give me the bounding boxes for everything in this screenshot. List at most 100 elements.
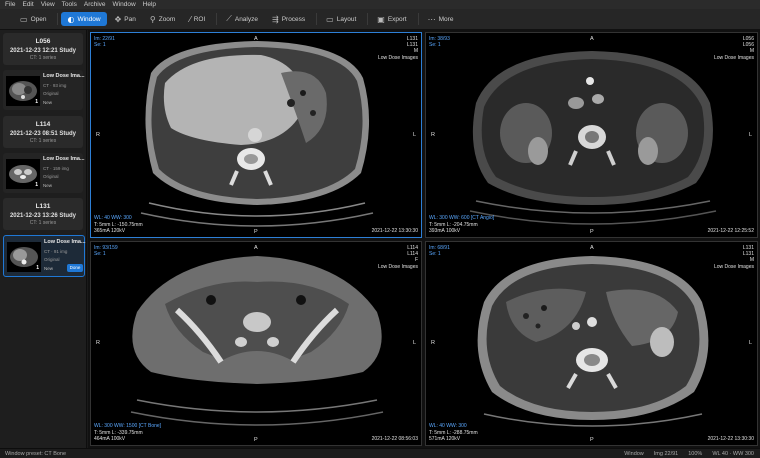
study-series-count: CT: 1 series: [29, 138, 57, 144]
menu-edit[interactable]: Edit: [19, 1, 37, 8]
series-item[interactable]: 1 Low Dose Ima... CT · 93 img Original N…: [3, 70, 85, 110]
toolbar-divider: [216, 13, 218, 25]
toolbar-divider: [417, 13, 419, 25]
folder-icon: ▭: [20, 14, 28, 24]
toolbar-divider: [316, 13, 318, 25]
study-date: 2021-12-23 08:51 Study: [9, 131, 77, 137]
menu-archive[interactable]: Archive: [80, 1, 109, 8]
series-item[interactable]: 1 Low Dose Ima... CT · 159 img Original …: [3, 153, 85, 193]
study-card[interactable]: L056 2021-12-23 12:21 Study CT: 1 series: [3, 33, 83, 65]
series-thumbnail: 1: [7, 242, 41, 272]
done-button[interactable]: Done: [67, 264, 83, 272]
series-number: 1: [36, 265, 39, 271]
orientation-right: L: [748, 340, 752, 346]
menu-bar: File Edit View Tools Archive Window Help: [0, 0, 760, 9]
menu-help[interactable]: Help: [139, 1, 159, 8]
series-description: Low Dose Images: [713, 54, 754, 61]
move-icon: ✥: [114, 14, 122, 24]
process-button[interactable]: ⇶ Process: [266, 12, 311, 26]
toolbar-divider: [57, 13, 59, 25]
series-description: Low Dose Images: [713, 263, 754, 270]
ct-slice-liver: [140, 41, 374, 227]
series-item-selected[interactable]: 1 Low Dose Ima... CT · 91 img Original N…: [3, 235, 86, 277]
study-series-count: CT: 1 series: [29, 220, 57, 226]
export-button[interactable]: ▣ Export: [371, 12, 412, 26]
study-card[interactable]: L114 2021-12-23 08:51 Study CT: 1 series: [3, 116, 83, 148]
image-index-status: Img 22/91: [653, 450, 679, 457]
acquisition-time: 2021-12-22 08:56:03: [371, 435, 418, 442]
ct-slice-abdomen: [477, 256, 709, 427]
analyze-button[interactable]: ⟋ Analyze: [220, 12, 264, 26]
zoom-status: 100%: [688, 450, 703, 457]
layout-button[interactable]: ▭ Layout: [320, 12, 362, 26]
overlay-top-left: Im: 68/91 Se: 1: [429, 245, 450, 257]
orientation-top: A: [590, 36, 594, 42]
overlay-top-left: Im: 22/91 Se: 1: [94, 36, 115, 48]
overlay-top-right: L114 L114 F Low Dose Images: [378, 245, 418, 270]
series-index: Se: 1: [94, 42, 106, 49]
window-tool-button[interactable]: ◐ Window: [61, 12, 107, 26]
more-button[interactable]: ⋯ More: [422, 12, 460, 26]
overlay-bottom-right: 2021-12-22 13:30:30: [708, 436, 754, 442]
patient-id: L114: [407, 245, 418, 251]
process-label: Process: [281, 15, 306, 23]
window-level: WL: 300 WW: 1500 [CT Bone]: [94, 423, 162, 430]
more-label: More: [438, 15, 454, 23]
orientation-left: R: [431, 132, 435, 138]
overlay-bottom-right: 2021-12-22 08:56:03: [372, 436, 418, 442]
contrast-icon: ◐: [67, 14, 75, 24]
patient-name: L131: [406, 42, 418, 49]
analyze-label: Analyze: [234, 15, 258, 23]
viewport-3[interactable]: Im: 93/159 Se: 1 L114 L114 F Low Dose Images…: [90, 241, 422, 446]
overlay-top-right: L056 L056 M Low Dose Images: [714, 36, 754, 61]
exposure: 393mA 100kV: [429, 227, 461, 234]
menu-file[interactable]: File: [0, 1, 19, 8]
exposure: 464mA 100kV: [94, 435, 126, 442]
series-info: CT · 93 img: [43, 83, 67, 88]
roi-label: ROI: [193, 15, 206, 23]
line-icon: ⁄: [189, 14, 191, 24]
series-description: Low Dose Images: [377, 54, 418, 61]
viewport-4[interactable]: Im: 68/91 Se: 1 L131 L131 M Low Dose Images …: [425, 241, 758, 446]
series-name: Low Dose Ima...: [44, 239, 86, 245]
overlay-bottom-left: WL: 40 WW: 300 T: 5mm L: -288.75mm 571mA 1…: [429, 423, 478, 442]
series-new: New: [43, 100, 53, 105]
orientation-right: L: [412, 340, 416, 346]
viewport-1[interactable]: Im: 22/91 Se: 1 L131 L131 M Low Dose Images …: [90, 32, 422, 238]
menu-tools[interactable]: Tools: [58, 1, 80, 8]
overlay-top-right: L131 L131 M Low Dose Images: [714, 245, 754, 270]
pan-label: Pan: [124, 15, 136, 23]
overlay-top-left: Im: 93/159 Se: 1: [94, 245, 118, 257]
viewport-2[interactable]: Im: 38/93 Se: 1 L056 L056 M Low Dose Images …: [425, 32, 758, 238]
patient-sex: F: [414, 257, 418, 264]
series-index: Se: 1: [94, 251, 106, 258]
orientation-left: R: [96, 132, 100, 138]
roi-tool-button[interactable]: ⁄ ROI: [183, 12, 211, 26]
acquisition-time: 2021-12-22 13:30:30: [707, 435, 754, 442]
series-index: Se: 1: [429, 251, 441, 258]
study-id: L131: [35, 203, 51, 210]
slice-thickness: T: 5mm L: -288.75mm: [429, 429, 478, 436]
pan-tool-button[interactable]: ✥ Pan: [109, 12, 142, 26]
orientation-right: L: [412, 132, 416, 138]
study-card[interactable]: L131 2021-12-23 13:26 Study CT: 1 series: [3, 198, 83, 230]
series-original: Original: [43, 174, 59, 179]
ct-slice-pelvis: [130, 256, 384, 426]
series-thumbnail: 1: [6, 76, 40, 106]
zoom-label: Zoom: [158, 15, 176, 23]
zoom-tool-button[interactable]: ⚲ Zoom: [144, 12, 181, 26]
window-level: WL: 40 WW: 300: [429, 423, 467, 430]
study-date: 2021-12-23 12:21 Study: [9, 48, 77, 54]
export-label: Export: [387, 15, 407, 23]
overlay-bottom-right: 2021-12-22 12:25:52: [708, 228, 754, 234]
slice-thickness: T: 5mm L: -150.75mm: [94, 221, 143, 228]
series-description: Low Dose Images: [377, 263, 418, 270]
window-preset-status: Window preset: CT Bone: [5, 450, 67, 457]
status-right-group: Window Img 22/91 100% WL 40 · WW 300: [614, 451, 754, 457]
menu-view[interactable]: View: [37, 1, 58, 8]
ellipsis-icon: ⋯: [427, 14, 436, 24]
series-index: Se: 1: [429, 42, 441, 49]
study-id: L056: [35, 38, 51, 45]
open-button[interactable]: ▭ Open: [14, 12, 52, 26]
menu-window[interactable]: Window: [109, 1, 139, 8]
